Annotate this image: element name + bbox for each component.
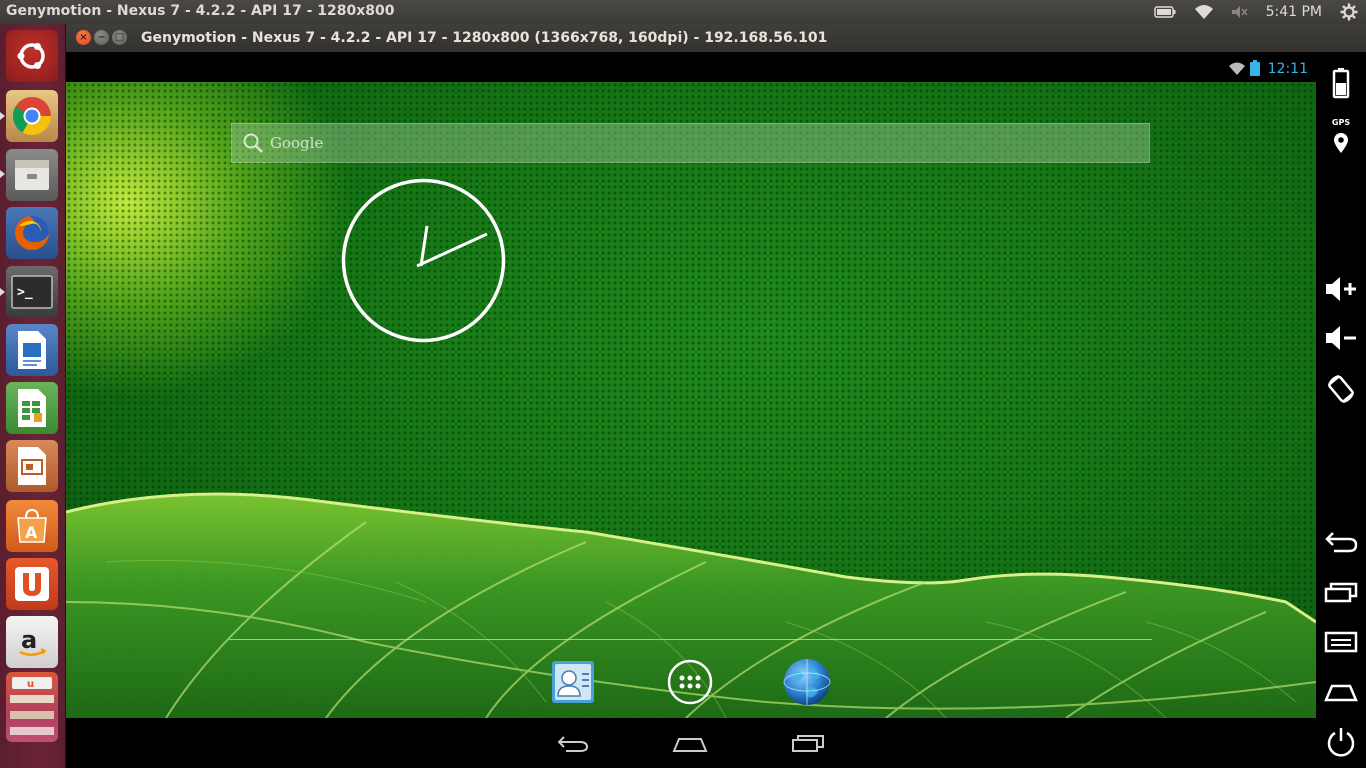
chromium-icon[interactable] (6, 90, 58, 142)
more-apps-stack-icon[interactable]: u (6, 672, 58, 742)
nav-recent-apps-button[interactable] (788, 728, 828, 758)
panel-clock[interactable]: 5:41 PM (1256, 0, 1332, 24)
svg-text:a: a (21, 626, 37, 654)
wallpaper-leaf (66, 492, 1316, 718)
browser-globe-icon[interactable] (781, 656, 833, 708)
rotate-button[interactable] (1321, 369, 1361, 409)
side-recent-apps-button[interactable] (1321, 572, 1361, 612)
android-wifi-icon (1228, 61, 1246, 80)
android-status-bar[interactable]: 12:11 (66, 52, 1316, 82)
dock-divider (229, 639, 1152, 640)
battery-icon[interactable] (1146, 0, 1184, 24)
battery-widget-icon[interactable] (1321, 63, 1361, 103)
ubuntu-one-icon[interactable] (6, 558, 58, 610)
ubuntu-dash-icon[interactable] (6, 30, 58, 82)
top-panel: Genymotion - Nexus 7 - 4.2.2 - API 17 - … (0, 0, 1366, 24)
google-search-bar[interactable]: Google (231, 123, 1150, 163)
launcher-running-pip (0, 288, 5, 296)
launcher-running-pip (0, 170, 5, 178)
side-back-button[interactable] (1321, 522, 1361, 562)
power-button[interactable] (1321, 722, 1361, 762)
window-controls: × − □ (76, 30, 127, 45)
volume-up-button[interactable] (1321, 269, 1361, 309)
firefox-icon[interactable] (6, 207, 58, 259)
side-menu-button[interactable] (1321, 622, 1361, 662)
svg-text:u: u (27, 679, 34, 690)
search-placeholder: Google (270, 134, 324, 152)
clock-minute-hand (416, 232, 488, 268)
amazon-icon[interactable]: a (6, 616, 58, 668)
libreoffice-calc-icon[interactable] (6, 382, 58, 434)
nav-back-button[interactable] (553, 728, 593, 758)
android-screen[interactable]: 12:11 Google (66, 52, 1316, 768)
window-minimize-button[interactable]: − (94, 30, 109, 45)
search-icon (242, 132, 264, 158)
settings-gear-icon[interactable] (1332, 0, 1366, 24)
unity-launcher: >_ A a u (0, 24, 66, 768)
files-icon[interactable] (6, 149, 58, 201)
android-status-time: 12:11 (1267, 61, 1308, 77)
contacts-app-icon[interactable] (547, 656, 599, 708)
nav-home-button[interactable] (670, 728, 710, 758)
genymotion-side-toolbar: GPS (1316, 52, 1366, 768)
volume-down-button[interactable] (1321, 318, 1361, 358)
svg-text:A: A (25, 523, 38, 542)
android-nav-bar (66, 718, 1316, 768)
gps-widget-button[interactable]: GPS (1321, 116, 1361, 156)
libreoffice-impress-icon[interactable] (6, 440, 58, 492)
volume-muted-icon[interactable] (1224, 0, 1256, 24)
gps-label: GPS (1331, 118, 1351, 127)
android-battery-icon (1250, 60, 1260, 80)
window-close-button[interactable]: × (76, 30, 91, 45)
wallpaper: Google (66, 82, 1316, 718)
svg-text:>_: >_ (17, 285, 33, 300)
top-panel-title: Genymotion - Nexus 7 - 4.2.2 - API 17 - … (6, 3, 395, 19)
libreoffice-writer-icon[interactable] (6, 324, 58, 376)
terminal-icon[interactable]: >_ (6, 266, 58, 318)
window-maximize-button[interactable]: □ (112, 30, 127, 45)
gps-pin-icon (1334, 133, 1348, 153)
window-titlebar[interactable]: × − □ Genymotion - Nexus 7 - 4.2.2 - API… (66, 24, 1366, 52)
all-apps-button[interactable] (664, 656, 716, 708)
software-center-icon[interactable]: A (6, 500, 58, 552)
launcher-running-pip (0, 112, 5, 120)
indicator-area: 5:41 PM (1146, 0, 1366, 24)
clock-hour-hand (419, 225, 429, 267)
window-title: Genymotion - Nexus 7 - 4.2.2 - API 17 - … (141, 30, 828, 46)
analog-clock-widget[interactable] (341, 178, 506, 343)
side-home-button[interactable] (1321, 672, 1361, 712)
wifi-icon[interactable] (1184, 0, 1224, 24)
